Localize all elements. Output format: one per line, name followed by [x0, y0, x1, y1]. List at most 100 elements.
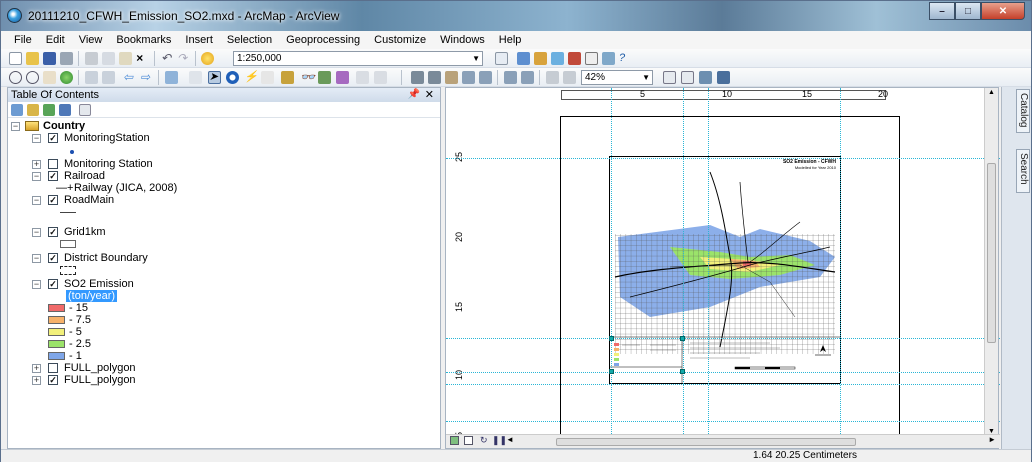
menu-windows[interactable]: Windows [433, 34, 492, 46]
collapse-icon[interactable]: − [32, 228, 41, 237]
layout-back-extent-icon[interactable] [546, 71, 559, 84]
data-driven-pages-icon[interactable] [717, 71, 730, 84]
find-icon[interactable]: 👓 [300, 71, 315, 84]
layout-forward-extent-icon[interactable] [563, 71, 576, 84]
html-popup-icon[interactable] [261, 71, 274, 84]
pause-drawing-icon[interactable]: ❚❚ [492, 435, 507, 446]
horizontal-ruler[interactable]: 5 10 15 20 [561, 89, 888, 100]
layout-view[interactable]: 5 10 15 20 25 20 15 10 5 SO2 Emission - … [445, 87, 1000, 450]
layer-visibility-checkbox[interactable]: ✓ [48, 375, 58, 385]
layer-grid1km[interactable]: − ✓ Grid1km [32, 226, 332, 239]
menu-geoprocessing[interactable]: Geoprocessing [279, 34, 367, 46]
layer-visibility-checkbox[interactable] [48, 363, 58, 373]
menu-edit[interactable]: Edit [39, 34, 72, 46]
back-extent-icon[interactable]: ⇦ [123, 71, 136, 84]
collapse-icon[interactable]: − [32, 134, 41, 143]
classification-field-label[interactable]: (ton/year) [66, 290, 118, 302]
chevron-down-icon[interactable]: ▼ [472, 52, 480, 65]
fixed-layout-zoom-out-icon[interactable] [521, 71, 534, 84]
zoom-whole-page-icon[interactable] [462, 71, 475, 84]
copy-icon[interactable] [102, 52, 115, 65]
menu-view[interactable]: View [72, 34, 110, 46]
layout-guide[interactable] [611, 88, 612, 450]
python-window-icon[interactable] [585, 52, 598, 65]
selection-handle[interactable] [609, 336, 614, 341]
layer-visibility-checkbox[interactable]: ✓ [48, 227, 58, 237]
layout-zoom-out-icon[interactable] [428, 71, 441, 84]
cut-icon[interactable] [85, 52, 98, 65]
expand-icon[interactable]: + [32, 364, 41, 373]
layout-guide[interactable] [683, 88, 684, 450]
collapse-icon[interactable]: − [32, 254, 41, 263]
layer-district-boundary[interactable]: − ✓ District Boundary [32, 252, 332, 265]
menu-file[interactable]: File [7, 34, 39, 46]
menu-bookmarks[interactable]: Bookmarks [109, 34, 178, 46]
focus-data-frame-icon[interactable] [681, 71, 694, 84]
list-by-source-icon[interactable] [27, 104, 39, 116]
horizontal-scrollbar-thumb[interactable] [556, 438, 856, 446]
layer-full-polygon[interactable]: + ✓ FULL_polygon [32, 374, 332, 387]
collapse-icon[interactable]: − [32, 280, 41, 289]
layer-visibility-checkbox[interactable]: ✓ [48, 133, 58, 143]
menu-insert[interactable]: Insert [178, 34, 220, 46]
selection-handle[interactable] [680, 369, 685, 374]
search-window-icon[interactable] [551, 52, 564, 65]
layer-visibility-checkbox[interactable]: ✓ [48, 253, 58, 263]
layout-guide[interactable] [446, 372, 1000, 373]
toggle-draft-mode-icon[interactable] [663, 71, 676, 84]
menu-selection[interactable]: Selection [220, 34, 279, 46]
layer-visibility-checkbox[interactable]: ✓ [48, 171, 58, 181]
find-route-icon[interactable] [318, 71, 331, 84]
create-viewer-icon[interactable] [374, 71, 387, 84]
list-by-visibility-icon[interactable] [43, 104, 55, 116]
identify-icon[interactable] [226, 71, 239, 84]
zoom-100-percent-icon[interactable] [479, 71, 492, 84]
selection-handle[interactable] [609, 369, 614, 374]
zoom-out-icon[interactable] [26, 71, 39, 84]
arcmap-app-icon[interactable] [7, 8, 22, 23]
layout-guide[interactable] [446, 384, 1000, 385]
layer-visibility-checkbox[interactable]: ✓ [48, 279, 58, 289]
refresh-icon[interactable]: ↻ [480, 435, 488, 446]
collapse-icon[interactable]: − [11, 122, 20, 131]
clear-selection-icon[interactable] [189, 71, 202, 84]
select-features-icon[interactable] [165, 71, 178, 84]
delete-icon[interactable]: × [136, 52, 149, 65]
expand-icon[interactable]: + [32, 160, 41, 169]
layout-view-icon[interactable] [464, 436, 473, 445]
whats-this-icon[interactable]: ? [619, 52, 632, 65]
modelbuilder-icon[interactable] [602, 52, 615, 65]
catalog-window-icon[interactable] [534, 52, 547, 65]
new-document-icon[interactable] [9, 52, 22, 65]
layout-guide[interactable] [446, 421, 1000, 422]
hyperlink-icon[interactable]: ⚡ [244, 71, 258, 84]
expand-icon[interactable]: + [32, 376, 41, 385]
maximize-button[interactable]: □ [955, 2, 981, 20]
scroll-right-icon[interactable]: ► [988, 435, 996, 444]
forward-extent-icon[interactable]: ⇨ [140, 71, 153, 84]
redo-icon[interactable]: ↷ [177, 52, 190, 65]
list-by-selection-icon[interactable] [59, 104, 71, 116]
fixed-zoom-in-icon[interactable] [85, 71, 98, 84]
layout-guide[interactable] [446, 158, 1000, 159]
data-frame[interactable]: SO2 Emission - CFWH Modelled for Year 20… [609, 156, 841, 384]
layout-guide[interactable] [840, 88, 841, 450]
layout-guide[interactable] [708, 88, 709, 450]
add-data-icon[interactable] [201, 52, 214, 65]
menu-help[interactable]: Help [492, 34, 529, 46]
catalog-tab[interactable]: Catalog [1016, 89, 1030, 133]
close-icon[interactable]: ✕ [425, 88, 434, 102]
editor-toolbar-icon[interactable] [495, 52, 508, 65]
fixed-zoom-out-icon[interactable] [102, 71, 115, 84]
layout-pan-icon[interactable] [445, 71, 458, 84]
scroll-left-icon[interactable]: ◄ [506, 435, 514, 444]
vertical-scrollbar[interactable]: ▲ ▼ [984, 88, 998, 436]
pin-icon[interactable]: 📌 [408, 88, 420, 102]
go-to-xy-icon[interactable] [336, 71, 349, 84]
layout-zoom-combo[interactable]: 42% ▼ [581, 70, 653, 85]
chevron-down-icon[interactable]: ▼ [642, 71, 650, 84]
scroll-up-icon[interactable]: ▲ [988, 89, 995, 96]
fixed-layout-zoom-in-icon[interactable] [504, 71, 517, 84]
list-by-drawing-order-icon[interactable] [11, 104, 23, 116]
map-scale-combo[interactable]: 1:250,000 ▼ [233, 51, 483, 66]
